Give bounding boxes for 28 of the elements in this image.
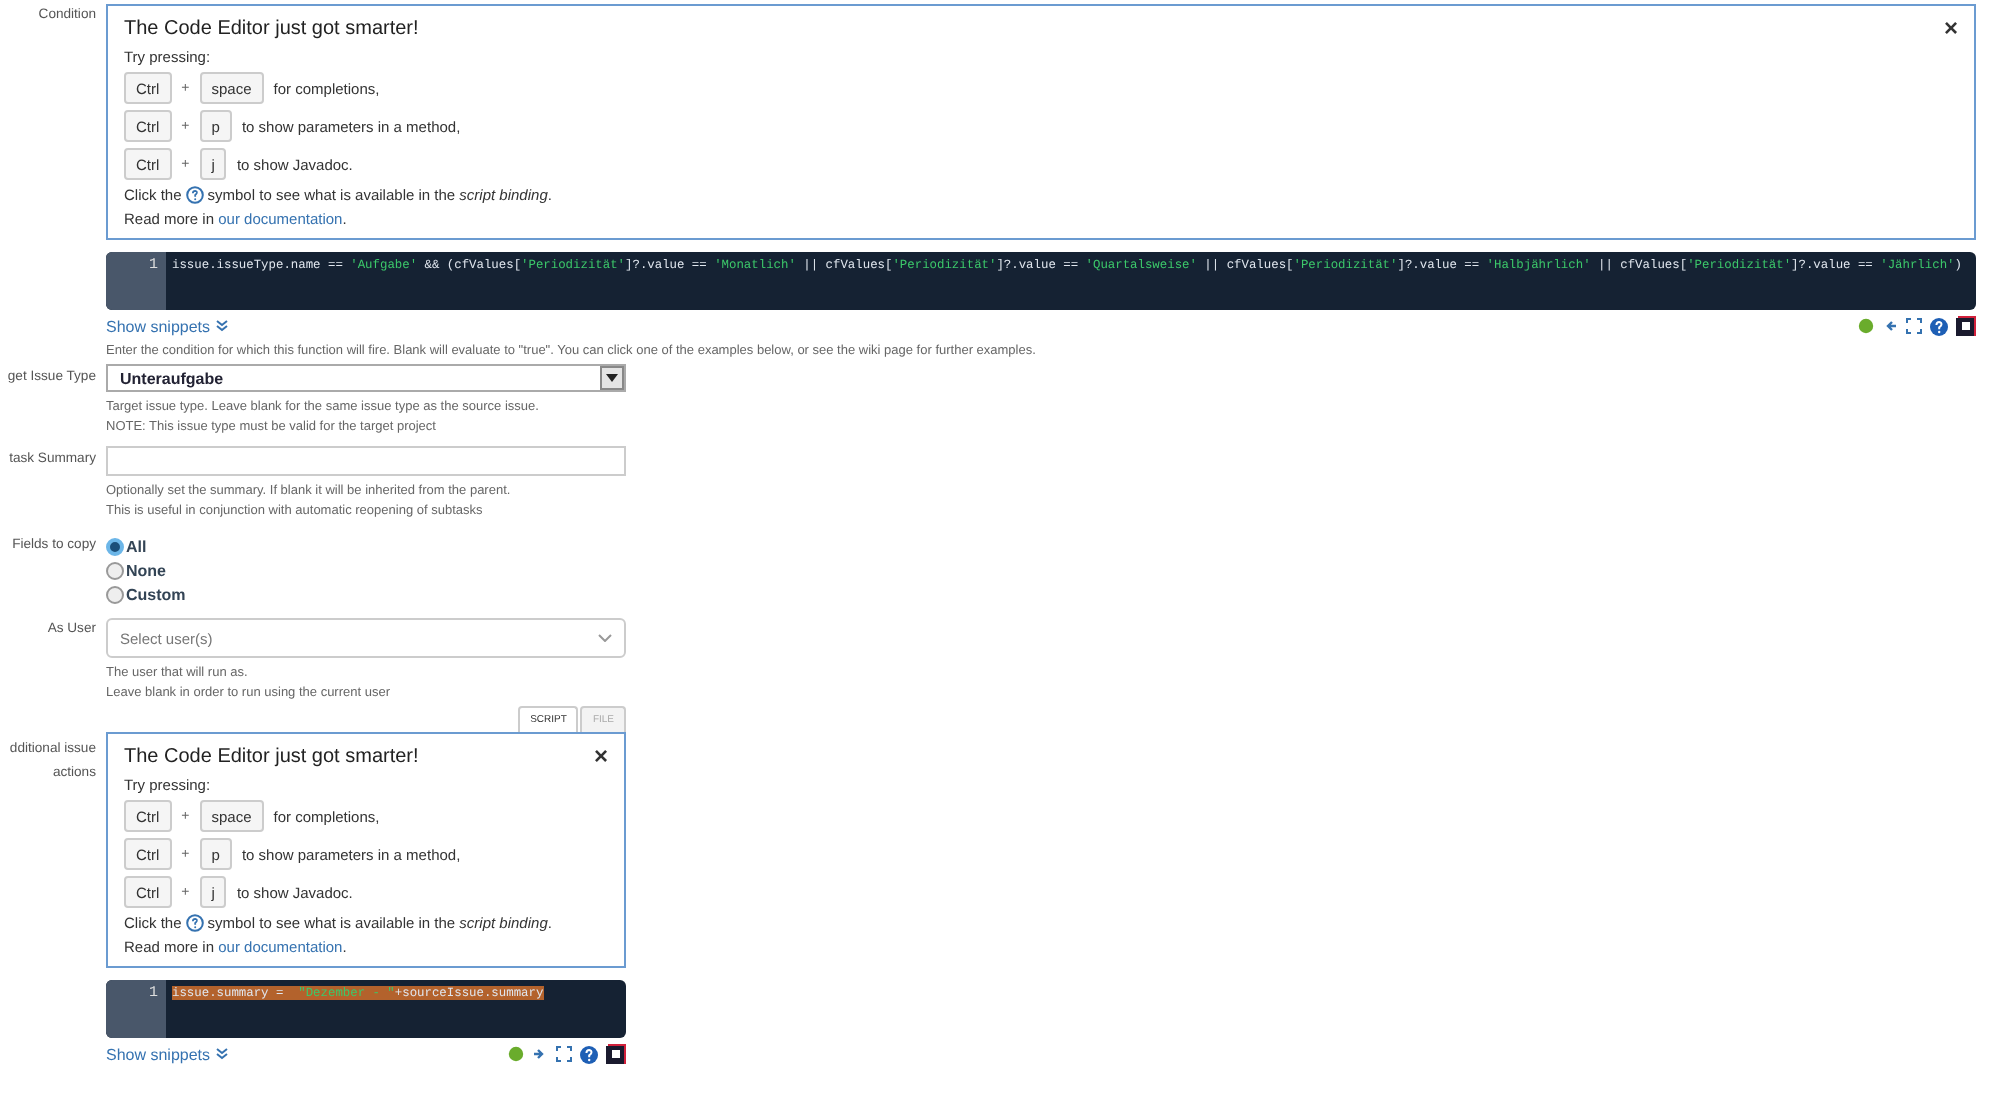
- code-editor[interactable]: [106, 252, 1976, 310]
- logo-icon[interactable]: [606, 1044, 626, 1064]
- chevron-down-icon[interactable]: [216, 320, 229, 332]
- logo-icon[interactable]: [1956, 316, 1976, 336]
- close-button[interactable]: ×: [593, 742, 608, 770]
- show-snippets-link[interactable]: Show snippets: [106, 317, 211, 335]
- chevron-down-icon: [598, 634, 612, 642]
- fullscreen-icon[interactable]: [556, 1046, 572, 1062]
- dropdown-arrow-icon: [606, 374, 618, 382]
- status-dot-icon: [1858, 318, 1874, 334]
- close-button[interactable]: ×: [1943, 14, 1958, 42]
- arrow-icon[interactable]: [532, 1046, 548, 1062]
- radio-option[interactable]: None: [106, 558, 1996, 582]
- chevron-down-icon[interactable]: [216, 1048, 229, 1060]
- summary-field[interactable]: [106, 446, 626, 476]
- status-dot-icon: [508, 1046, 524, 1062]
- fullscreen-icon[interactable]: [1906, 318, 1922, 334]
- help-icon[interactable]: [1930, 317, 1948, 335]
- arrow-icon[interactable]: [1882, 318, 1898, 334]
- show-snippets-link[interactable]: Show snippets: [106, 1045, 211, 1063]
- radio-option[interactable]: Custom: [106, 582, 1996, 606]
- help-icon[interactable]: [185, 186, 204, 204]
- radio-option[interactable]: All: [106, 534, 1996, 558]
- issue-type-select[interactable]: Unteraufgabe: [106, 364, 626, 392]
- help-icon[interactable]: [580, 1045, 598, 1063]
- tip-title: The Code Editor just got smarter!: [124, 745, 419, 767]
- tip-title: The Code Editor just got smarter!: [124, 17, 419, 39]
- help-icon[interactable]: [185, 914, 204, 932]
